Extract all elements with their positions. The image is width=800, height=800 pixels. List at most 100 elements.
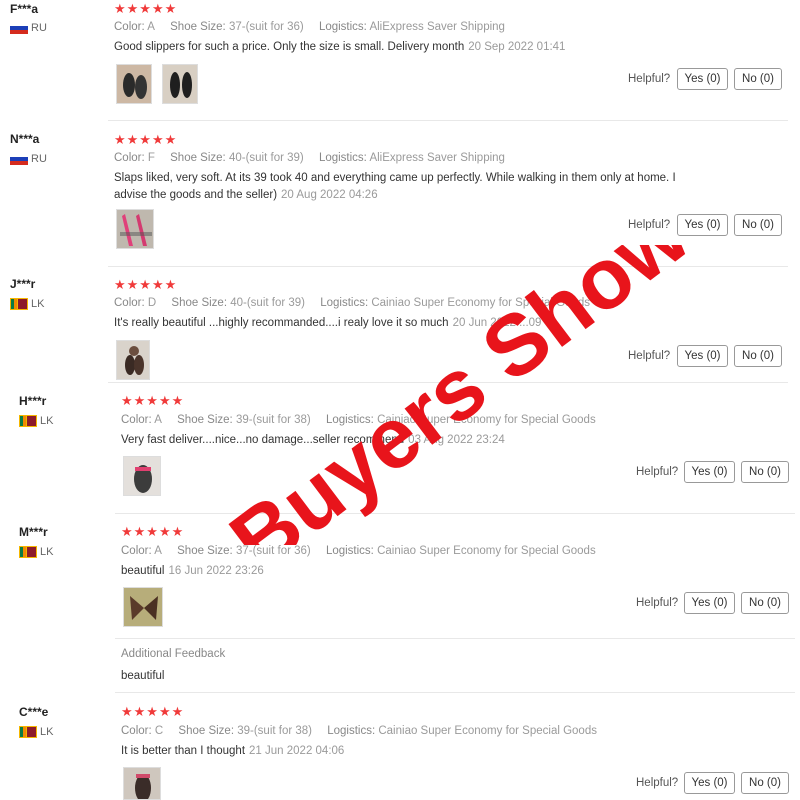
reviewer-country: LK — [19, 415, 53, 427]
reviewer-country: LK — [10, 298, 44, 310]
watermark-text: Buyers Show — [215, 245, 707, 545]
divider — [115, 692, 795, 693]
logistics-label: Logistics: — [318, 21, 367, 33]
star-rating: ★★★★★ — [121, 393, 185, 408]
divider — [108, 266, 788, 267]
review-meta: Color: D Shoe Size: 40-(suit for 39) Log… — [114, 297, 590, 309]
color-label: Color: — [121, 545, 152, 557]
review-date: 16 Jun 2022 23:26 — [168, 565, 264, 577]
logistics-label: Logistics: — [325, 414, 374, 426]
logistics-label: Logistics: — [318, 152, 367, 164]
size-value: 40-(suit for 39) — [228, 152, 304, 164]
slippers-photo-icon — [117, 210, 153, 248]
country-code: RU — [31, 153, 47, 165]
reviewer-country: RU — [10, 22, 47, 34]
color-value: D — [147, 297, 157, 309]
review-photo[interactable] — [116, 340, 150, 380]
logistics-value: AliExpress Saver Shipping — [369, 21, 505, 33]
size-value: 37-(suit for 36) — [235, 545, 311, 557]
reviewer-name: C***e — [19, 705, 49, 719]
helpful-yes-button[interactable]: Yes (0) — [677, 68, 728, 90]
logistics-label: Logistics: — [320, 297, 369, 309]
additional-feedback-title: Additional Feedback — [121, 648, 226, 660]
review-content: Very fast deliver....nice...no damage...… — [121, 434, 405, 446]
review-meta: Color: A Shoe Size: 39-(suit for 38) Log… — [121, 414, 596, 426]
helpful-no-button[interactable]: No (0) — [734, 214, 782, 236]
review-photo[interactable] — [116, 209, 154, 249]
size-label: Shoe Size: — [170, 21, 226, 33]
helpful-no-button[interactable]: No (0) — [741, 772, 789, 794]
review-content: Slaps liked, very soft. At its 39 took 4… — [114, 172, 676, 201]
review-meta: Color: C Shoe Size: 39-(suit for 38) Log… — [121, 725, 597, 737]
size-value: 39-(suit for 38) — [235, 414, 311, 426]
helpful-label: Helpful? — [628, 73, 671, 85]
color-label: Color: — [121, 414, 152, 426]
logistics-value: Cainiao Super Economy for Special Goods — [378, 725, 597, 737]
reviewer-country: RU — [10, 153, 47, 165]
review-text: It's really beautiful ...highly recomman… — [114, 315, 714, 332]
country-code: LK — [31, 298, 45, 310]
logistics-label: Logistics: — [327, 725, 376, 737]
reviewer-name: H***r — [19, 394, 47, 408]
logistics-value: AliExpress Saver Shipping — [369, 152, 505, 164]
buyers-show-watermark: Buyers Show — [215, 245, 707, 545]
logistics-value: Cainiao Super Economy for Special Goods — [371, 297, 590, 309]
color-label: Color: — [114, 152, 145, 164]
reviewer-name: N***a — [10, 132, 40, 146]
sri-lanka-flag-icon — [19, 546, 37, 558]
divider — [115, 638, 795, 639]
reviewer-country: LK — [19, 546, 53, 558]
helpful-no-button[interactable]: No (0) — [734, 68, 782, 90]
color-label: Color: — [121, 725, 152, 737]
additional-feedback-text: beautiful — [121, 670, 165, 682]
size-label: Shoe Size: — [171, 297, 228, 309]
star-rating: ★★★★★ — [114, 1, 178, 16]
helpful-label: Helpful? — [636, 466, 679, 478]
review-content: It's really beautiful ...highly recomman… — [114, 317, 449, 329]
reviewer-name: J***r — [10, 277, 36, 291]
reviewer-name: M***r — [19, 525, 48, 539]
color-label: Color: — [114, 21, 145, 33]
helpful-no-button[interactable]: No (0) — [741, 592, 789, 614]
helpful-label: Helpful? — [628, 219, 671, 231]
star-rating: ★★★★★ — [121, 524, 185, 539]
review-date: 20 Jun 2022 ...09 — [452, 317, 542, 329]
helpful-yes-button[interactable]: Yes (0) — [684, 461, 735, 483]
size-value: 40-(suit for 39) — [230, 297, 306, 309]
helpful-yes-button[interactable]: Yes (0) — [684, 772, 735, 794]
review-meta: Color: A Shoe Size: 37-(suit for 36) Log… — [114, 21, 505, 33]
review-photo[interactable] — [123, 587, 163, 627]
reviewer-country: LK — [19, 726, 53, 738]
color-label: Color: — [114, 297, 145, 309]
slippers-photo-icon — [124, 768, 160, 799]
russia-flag-icon — [10, 153, 28, 165]
color-value: A — [154, 414, 162, 426]
slippers-photo-icon — [163, 65, 197, 103]
size-label: Shoe Size: — [170, 152, 226, 164]
divider — [115, 513, 795, 514]
logistics-value: Cainiao Super Economy for Special Goods — [377, 414, 596, 426]
review-photo[interactable] — [123, 456, 161, 496]
review-text: Good slippers for such a price. Only the… — [114, 39, 714, 56]
star-rating: ★★★★★ — [114, 277, 178, 292]
helpful-yes-button[interactable]: Yes (0) — [677, 345, 728, 367]
review-photo[interactable] — [123, 767, 161, 800]
logistics-label: Logistics: — [325, 545, 374, 557]
review-photo[interactable] — [162, 64, 198, 104]
review-content: beautiful — [121, 565, 165, 577]
review-date: 20 Sep 2022 01:41 — [468, 41, 566, 53]
country-code: LK — [40, 546, 54, 558]
helpful-no-button[interactable]: No (0) — [734, 345, 782, 367]
review-content: Good slippers for such a price. Only the… — [114, 41, 465, 53]
review-photo[interactable] — [116, 64, 152, 104]
color-value: F — [147, 152, 155, 164]
helpful-yes-button[interactable]: Yes (0) — [684, 592, 735, 614]
country-code: RU — [31, 22, 47, 34]
review-meta: Color: F Shoe Size: 40-(suit for 39) Log… — [114, 152, 505, 164]
helpful-no-button[interactable]: No (0) — [741, 461, 789, 483]
color-value: C — [154, 725, 164, 737]
sri-lanka-flag-icon — [10, 298, 28, 310]
review-meta: Color: A Shoe Size: 37-(suit for 36) Log… — [121, 545, 596, 557]
star-rating: ★★★★★ — [114, 132, 178, 147]
helpful-yes-button[interactable]: Yes (0) — [677, 214, 728, 236]
